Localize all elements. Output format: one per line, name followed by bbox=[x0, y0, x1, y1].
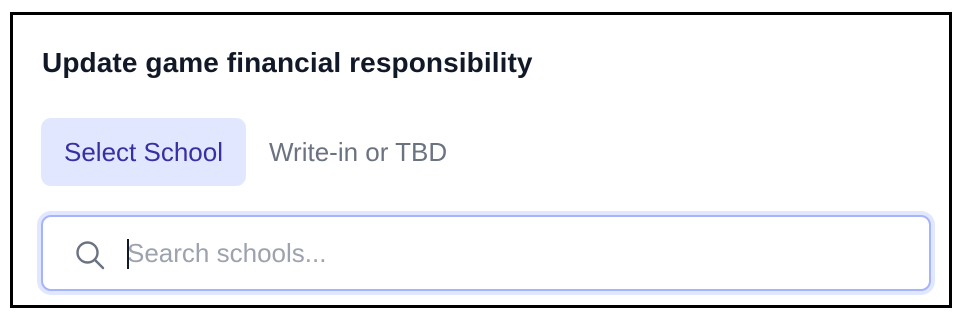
search-icon bbox=[76, 241, 105, 270]
dialog-title: Update game financial responsibility bbox=[42, 47, 533, 78]
search-input[interactable] bbox=[127, 227, 907, 279]
text-cursor bbox=[127, 239, 129, 269]
tab-select-school[interactable]: Select School bbox=[41, 118, 246, 186]
tab-write-in-or-tbd[interactable]: Write-in or TBD bbox=[246, 118, 470, 186]
tab-group: Select School Write-in or TBD bbox=[41, 118, 470, 186]
search-field[interactable] bbox=[41, 215, 931, 291]
dialog-panel: Update game financial responsibility Sel… bbox=[10, 12, 952, 308]
